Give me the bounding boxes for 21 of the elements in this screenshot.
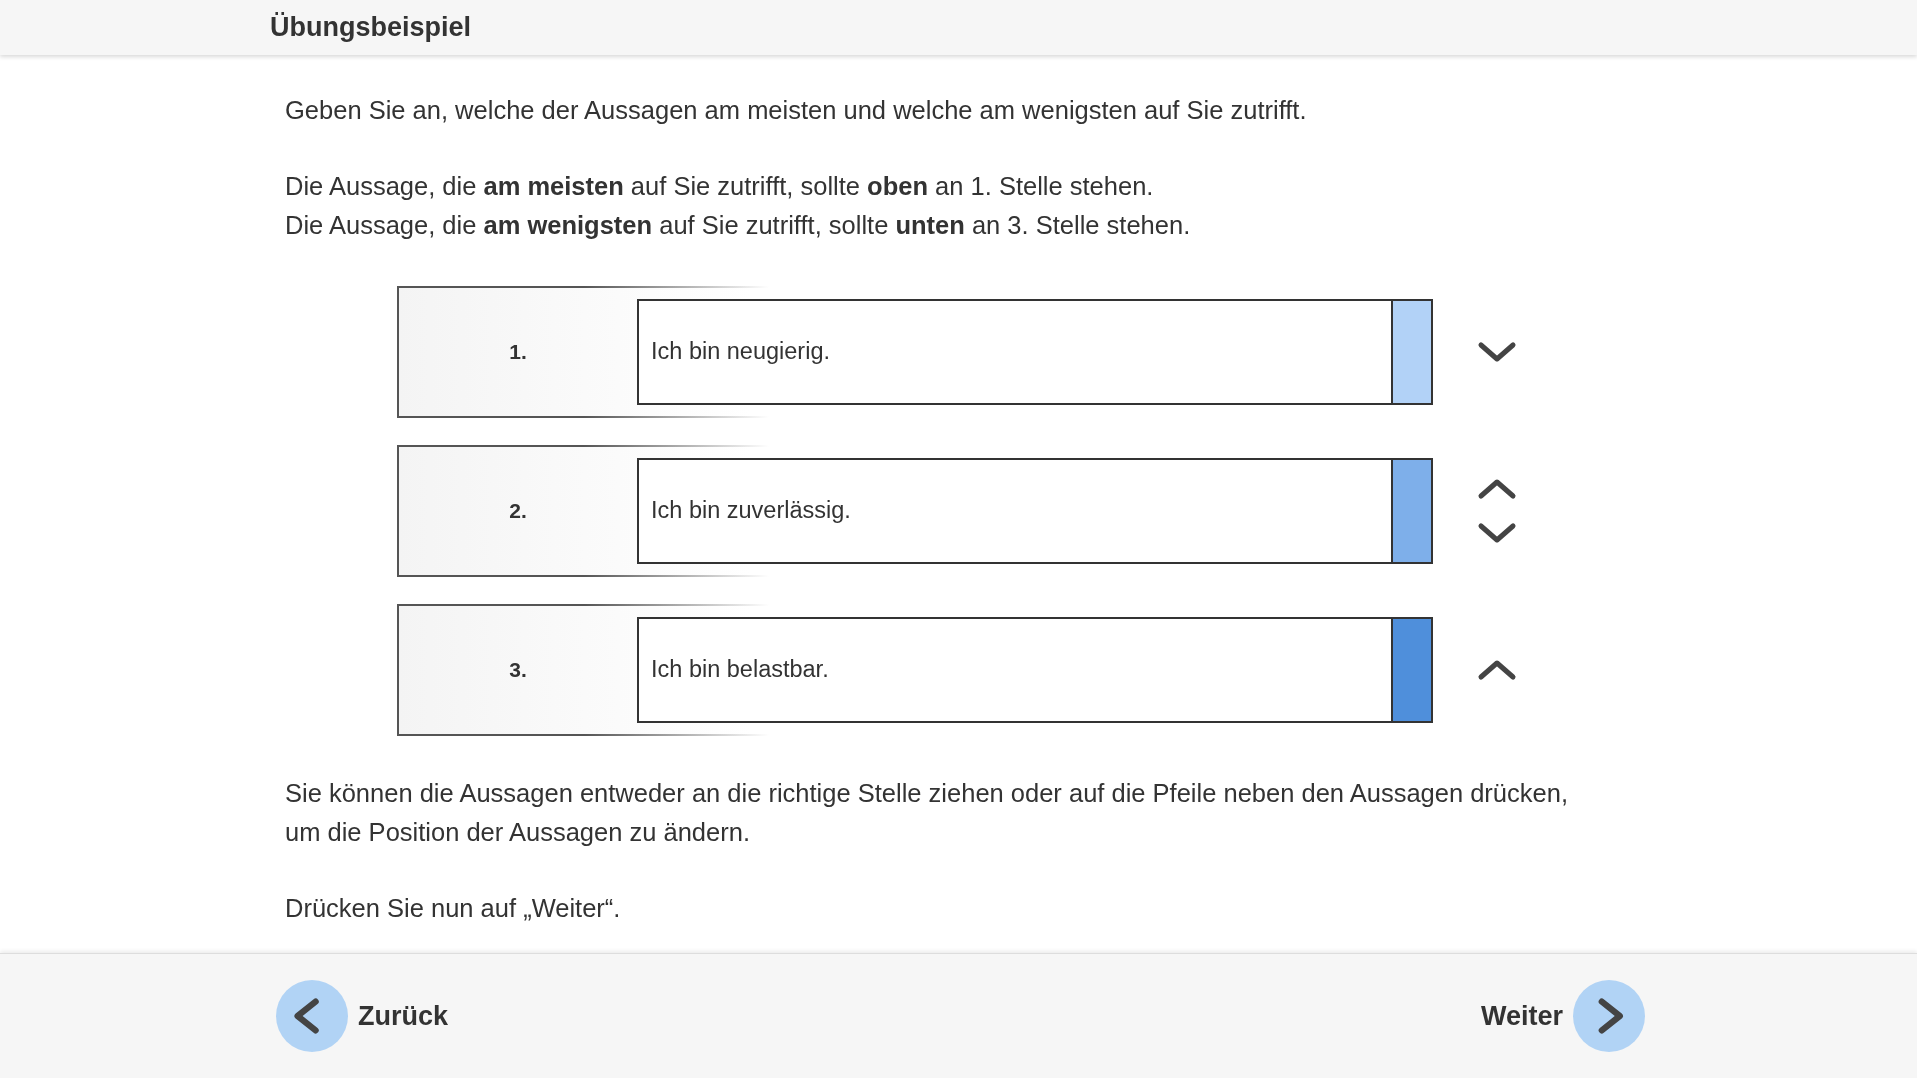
rank-number: 1. [508,339,528,366]
next-button[interactable]: Weiter [1480,980,1645,1052]
statement-item[interactable]: Ich bin neugierig. [637,299,1433,405]
instruction-text: Drücken Sie nun auf „Weiter“. [285,893,622,924]
drag-handle[interactable] [1391,460,1431,562]
statement-text: Ich bin belastbar. [650,655,830,685]
instruction-text: Geben Sie an, welche der Aussagen am meisten und welche am wenigsten auf Sie zutrifft. [285,95,1308,126]
chevron-right-icon [1573,980,1645,1052]
chevron-left-icon [276,980,348,1052]
instruction-text: Sie können die Aussagen entweder an die richtige Stelle ziehen oder auf die Pfeile neben den Aussagen drücken, um die Position der Aussagen zu ändern. [285,778,1569,848]
statement-item[interactable]: Ich bin belastbar. [637,617,1433,723]
statement-item[interactable]: Ich bin zuverlässig. [637,458,1433,564]
drag-handle[interactable] [1391,619,1431,721]
back-button[interactable]: Zurück [276,980,449,1052]
drag-handle[interactable] [1391,301,1431,403]
page-title: Übungsbeispiel [270,11,472,45]
statement-text: Ich bin neugierig. [650,337,831,367]
rank-number: 2. [508,498,528,525]
instruction-text: Die Aussage, die am meisten auf Sie zutrifft, sollte oben an 1. Stelle stehen. Die Aussage, die am wenigsten auf Sie zutrifft, sollte unten an 3. Stelle stehen. [285,171,1192,241]
rank-number: 3. [508,657,528,684]
statement-text: Ich bin zuverlässig. [650,496,852,526]
